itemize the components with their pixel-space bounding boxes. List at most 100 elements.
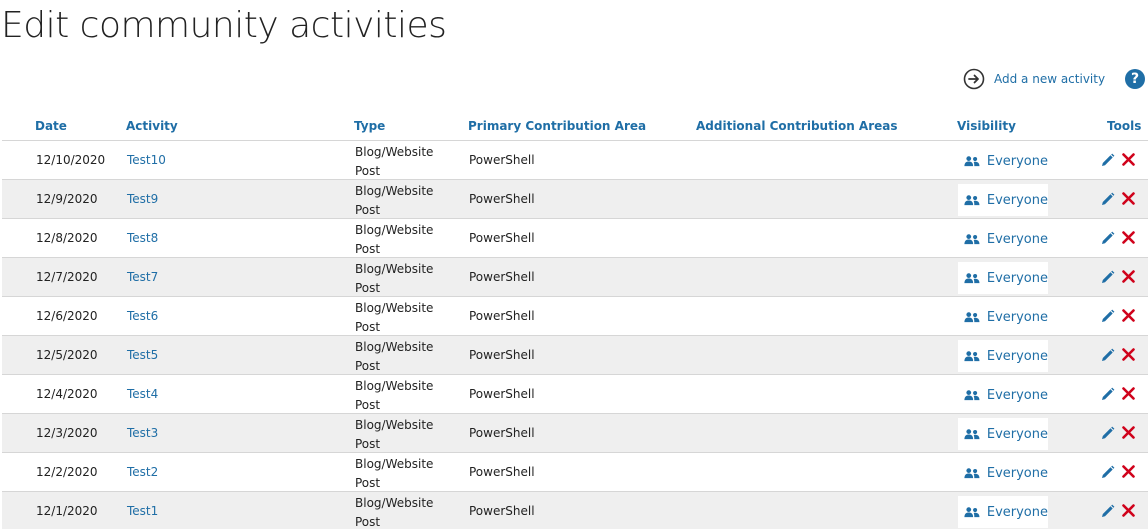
visibility-button[interactable]: Everyone: [958, 223, 1048, 255]
table-row: 12/8/2020 Test8 Blog/Website Post PowerShel…: [2, 219, 1148, 258]
row-type: Blog/Website Post: [355, 496, 434, 529]
visibility-button[interactable]: Everyone: [958, 418, 1048, 450]
delete-button[interactable]: [1122, 192, 1135, 205]
row-primary-area: PowerShell: [469, 192, 535, 206]
pencil-icon: [1102, 426, 1115, 439]
row-type: Blog/Website Post: [355, 184, 434, 217]
close-icon: [1122, 192, 1135, 205]
visibility-label: Everyone: [986, 270, 1048, 286]
row-date: 12/4/2020: [36, 387, 98, 401]
row-date: 12/2/2020: [36, 465, 98, 479]
table-row: 12/2/2020 Test2 Blog/Website Post PowerShel…: [2, 453, 1148, 492]
visibility-button[interactable]: Everyone: [958, 379, 1048, 411]
row-primary-area: PowerShell: [469, 504, 535, 518]
row-activity-link[interactable]: Test2: [127, 465, 158, 479]
row-primary-area: PowerShell: [469, 465, 535, 479]
row-type: Blog/Website Post: [355, 418, 434, 451]
edit-button[interactable]: [1100, 348, 1115, 363]
delete-button[interactable]: [1122, 465, 1135, 478]
visibility-label: Everyone: [986, 426, 1048, 442]
column-header-primary-area[interactable]: Primary Contribution Area: [468, 119, 646, 133]
edit-button[interactable]: [1100, 465, 1115, 480]
row-primary-area: PowerShell: [469, 270, 535, 284]
people-icon: [964, 390, 980, 401]
visibility-button[interactable]: Everyone: [958, 301, 1048, 333]
visibility-label: Everyone: [986, 231, 1048, 247]
column-header-activity[interactable]: Activity: [126, 119, 178, 133]
arrow-right-circle-icon: [963, 68, 985, 90]
column-header-additional-areas[interactable]: Additional Contribution Areas: [696, 119, 898, 133]
close-icon: [1122, 231, 1135, 244]
edit-button[interactable]: [1100, 270, 1115, 285]
row-date: 12/6/2020: [36, 309, 98, 323]
row-activity-link[interactable]: Test8: [127, 231, 158, 245]
edit-button[interactable]: [1100, 309, 1115, 324]
edit-button[interactable]: [1100, 504, 1115, 519]
close-icon: [1122, 387, 1135, 400]
pencil-icon: [1102, 348, 1115, 361]
delete-button[interactable]: [1122, 153, 1135, 166]
people-icon: [964, 273, 980, 284]
row-activity-link[interactable]: Test7: [127, 270, 158, 284]
column-header-tools: Tools: [1107, 119, 1142, 133]
visibility-button[interactable]: Everyone: [958, 457, 1048, 489]
table-body: 12/10/2020 Test10 Blog/Website Post PowerSh…: [2, 141, 1148, 529]
row-type: Blog/Website Post: [355, 340, 434, 373]
visibility-button[interactable]: Everyone: [958, 184, 1048, 216]
row-date: 12/1/2020: [36, 504, 98, 518]
row-date: 12/10/2020: [36, 153, 106, 167]
people-icon: [964, 195, 980, 206]
column-header-date[interactable]: Date: [35, 119, 67, 133]
delete-button[interactable]: [1122, 309, 1135, 322]
people-icon: [964, 234, 980, 245]
pencil-icon: [1102, 504, 1115, 517]
edit-button[interactable]: [1100, 387, 1115, 402]
table-row: 12/5/2020 Test5 Blog/Website Post PowerShel…: [2, 336, 1148, 375]
close-icon: [1122, 309, 1135, 322]
close-icon: [1122, 465, 1135, 478]
pencil-icon: [1102, 153, 1115, 166]
people-icon: [964, 507, 980, 518]
visibility-button[interactable]: Everyone: [958, 340, 1048, 372]
pencil-icon: [1102, 465, 1115, 478]
row-activity-link[interactable]: Test4: [127, 387, 158, 401]
delete-button[interactable]: [1122, 504, 1135, 517]
delete-button[interactable]: [1122, 426, 1135, 439]
row-primary-area: PowerShell: [469, 348, 535, 362]
edit-button[interactable]: [1100, 426, 1115, 441]
delete-button[interactable]: [1122, 348, 1135, 361]
add-activity-link[interactable]: Add a new activity: [963, 68, 1105, 90]
column-header-visibility[interactable]: Visibility: [957, 119, 1016, 133]
help-icon[interactable]: ?: [1125, 69, 1145, 89]
edit-button[interactable]: [1100, 153, 1115, 168]
row-type: Blog/Website Post: [355, 457, 434, 490]
page: Edit community activities Add a new acti…: [0, 0, 1148, 529]
delete-button[interactable]: [1122, 231, 1135, 244]
people-icon: [964, 156, 980, 167]
row-activity-link[interactable]: Test5: [127, 348, 158, 362]
visibility-label: Everyone: [986, 465, 1048, 481]
row-date: 12/3/2020: [36, 426, 98, 440]
row-activity-link[interactable]: Test1: [127, 504, 158, 518]
people-icon: [964, 312, 980, 323]
row-activity-link[interactable]: Test10: [127, 153, 166, 167]
pencil-icon: [1102, 231, 1115, 244]
column-header-type[interactable]: Type: [354, 119, 385, 133]
close-icon: [1122, 153, 1135, 166]
delete-button[interactable]: [1122, 270, 1135, 283]
edit-button[interactable]: [1100, 231, 1115, 246]
row-activity-link[interactable]: Test9: [127, 192, 158, 206]
visibility-button[interactable]: Everyone: [958, 145, 1048, 177]
row-date: 12/5/2020: [36, 348, 98, 362]
people-icon: [964, 468, 980, 479]
visibility-button[interactable]: Everyone: [958, 496, 1048, 528]
visibility-button[interactable]: Everyone: [958, 262, 1048, 294]
edit-button[interactable]: [1100, 192, 1115, 207]
table-row: 12/9/2020 Test9 Blog/Website Post PowerShel…: [2, 180, 1148, 219]
row-activity-link[interactable]: Test3: [127, 426, 158, 440]
row-type: Blog/Website Post: [355, 301, 434, 334]
pencil-icon: [1102, 270, 1115, 283]
row-activity-link[interactable]: Test6: [127, 309, 158, 323]
delete-button[interactable]: [1122, 387, 1135, 400]
table-row: 12/4/2020 Test4 Blog/Website Post PowerShel…: [2, 375, 1148, 414]
